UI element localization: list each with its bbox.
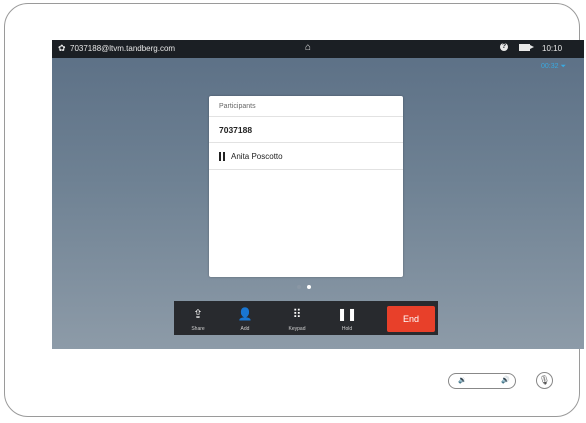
keypad-button[interactable]: ⠿ Keypad [280, 301, 314, 335]
share-icon: ⇪ [192, 307, 204, 321]
volume-up-icon[interactable]: 🔊 [501, 376, 510, 384]
add-participant-icon: 👤 [237, 307, 253, 321]
volume-down-icon[interactable]: 🔉 [458, 376, 467, 384]
home-icon[interactable]: ⌂ [305, 42, 311, 53]
call-duration: 00:32 ⏷ [541, 63, 567, 70]
hold-button[interactable]: ❚❚ Hold [330, 301, 364, 335]
page-dot-active[interactable] [307, 285, 311, 289]
keypad-label: Keypad [288, 326, 306, 332]
add-button[interactable]: 👤 Add [228, 301, 262, 335]
camera-icon[interactable] [519, 44, 534, 51]
participants-panel: Participants 7037188 Anita Poscotto [209, 96, 403, 277]
hold-label: Hold [341, 326, 353, 332]
volume-control[interactable]: 🔉 🔊 [448, 373, 516, 389]
clock: 10:10 [542, 44, 563, 53]
screen: ✿ 7037188@ltvm.tandberg.com ⌂ ? 10:10 00… [52, 40, 584, 349]
call-number: 7037188 [219, 125, 253, 135]
gear-icon[interactable]: ✿ [58, 43, 66, 54]
keypad-icon: ⠿ [292, 307, 302, 321]
call-toolbar: ⇪ Share 👤 Add ⠿ Keypad ❚❚ Hold End [174, 301, 438, 335]
participant-name: Anita Poscotto [231, 152, 283, 161]
pause-icon [219, 152, 225, 161]
help-icon[interactable]: ? [500, 43, 508, 51]
share-button[interactable]: ⇪ Share [181, 301, 215, 335]
panel-title: Participants [219, 103, 256, 110]
share-label: Share [191, 326, 205, 332]
system-address: 7037188@ltvm.tandberg.com [70, 44, 176, 53]
page-dot[interactable] [297, 285, 301, 289]
microphone-mute-icon[interactable]: 🎙 [536, 372, 553, 389]
end-call-button[interactable]: End [387, 306, 435, 332]
hold-icon: ❚❚ [336, 307, 358, 321]
add-label: Add [240, 326, 250, 332]
status-bar: ✿ 7037188@ltvm.tandberg.com ⌂ ? 10:10 [52, 40, 584, 58]
